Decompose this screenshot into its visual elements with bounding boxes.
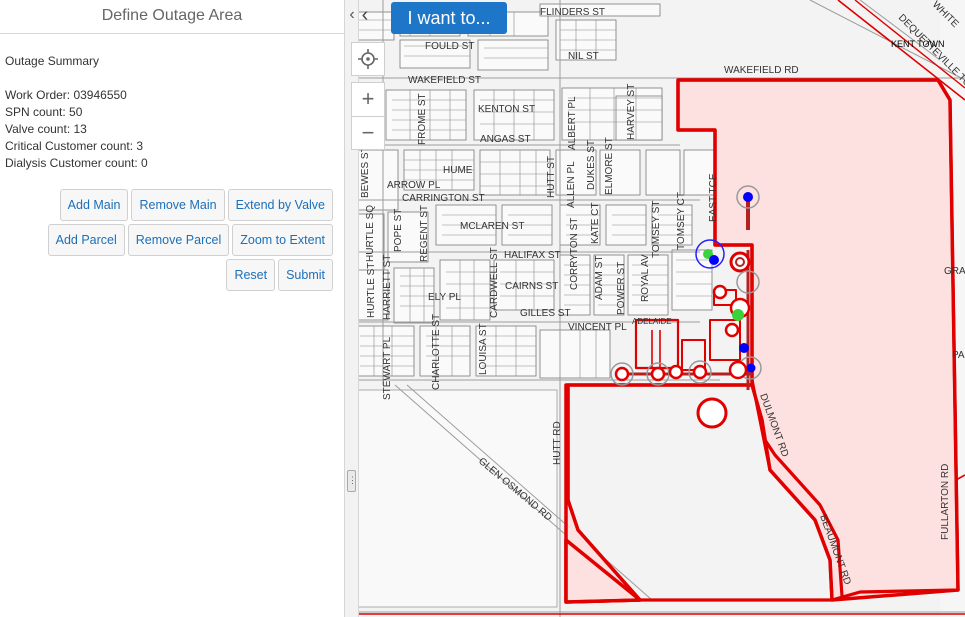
label-power: POWER ST xyxy=(616,262,627,315)
outage-panel: Define Outage Area Outage Summary Work O… xyxy=(0,0,345,617)
button-row-3: Reset Submit xyxy=(0,259,333,291)
outage-summary: Outage Summary Work Order: 03946550 SPN … xyxy=(0,34,344,172)
label-kate: KATE CT xyxy=(590,203,601,244)
label-kenton: KENTON ST xyxy=(478,104,535,115)
work-order-text: Work Order: 03946550 xyxy=(5,88,127,102)
reset-button[interactable]: Reset xyxy=(226,259,276,291)
label-gra: GRA xyxy=(944,266,965,277)
zoom-to-extent-button[interactable]: Zoom to Extent xyxy=(232,224,333,256)
label-tomsey-ct: TOMSEY CT xyxy=(676,192,687,250)
remove-main-button[interactable]: Remove Main xyxy=(131,189,225,221)
label-hutt: HUTT ST xyxy=(546,156,557,198)
summary-heading: Outage Summary xyxy=(5,54,100,68)
critical-count-text: Critical Customer count: 3 xyxy=(5,139,144,153)
label-hurtle-st: HURTLE ST xyxy=(366,263,377,318)
label-allen: ALLEN PL xyxy=(566,161,577,208)
label-pa: PA xyxy=(952,350,965,361)
label-louisa: LOUISA ST xyxy=(478,323,489,375)
label-harriett: HARRIETT ST xyxy=(382,255,393,320)
remove-parcel-button[interactable]: Remove Parcel xyxy=(127,224,230,256)
plus-icon[interactable]: + xyxy=(351,82,385,116)
chevron-left-icon[interactable]: ‹ xyxy=(350,2,380,30)
i-want-to-button[interactable]: I want to... xyxy=(391,2,507,34)
grip-icon[interactable]: ⋮ xyxy=(347,470,357,492)
label-hurtle-sq: HURTLE SQ xyxy=(365,205,376,262)
label-fullarton: FULLARTON RD xyxy=(940,464,951,540)
add-main-button[interactable]: Add Main xyxy=(59,189,129,221)
submit-button[interactable]: Submit xyxy=(278,259,333,291)
label-royal: ROYAL AV xyxy=(640,254,651,302)
label-adelaide: ADELAIDE xyxy=(632,317,672,326)
extend-by-valve-button[interactable]: Extend by Valve xyxy=(227,189,333,221)
minus-icon[interactable]: − xyxy=(351,116,385,150)
button-row-1: Add Main Remove Main Extend by Valve xyxy=(0,189,333,221)
label-elmore: ELMORE ST xyxy=(604,137,615,195)
label-hutt-rd: HUTT RD xyxy=(552,421,563,465)
label-corryton: CORRYTON ST xyxy=(569,218,580,290)
label-dukes: DUKES ST xyxy=(586,140,597,190)
label-frome: FROME ST xyxy=(417,93,428,145)
label-charlotte: CHARLOTTE ST xyxy=(431,314,442,390)
label-stewart: STEWART PL xyxy=(382,336,393,400)
dialysis-count-text: Dialysis Customer count: 0 xyxy=(5,156,148,170)
label-carrington: CARRINGTON ST xyxy=(402,193,485,204)
action-buttons: Add Main Remove Main Extend by Valve Add… xyxy=(0,189,333,294)
label-wakefield-st: WAKEFIELD ST xyxy=(408,75,481,86)
label-adam: ADAM ST xyxy=(594,256,605,300)
map-canvas[interactable]: FLINDERS ST FOULD ST NIL ST WAKEFIELD ST… xyxy=(345,0,965,617)
label-wakefield-rd: WAKEFIELD RD xyxy=(724,65,799,76)
panel-title: Define Outage Area xyxy=(0,0,344,34)
label-gilles: GILLES ST xyxy=(520,308,571,319)
label-albert: ALBERT PL xyxy=(567,96,578,150)
label-tomsey: TOMSEY ST xyxy=(651,201,662,258)
label-vincent: VINCENT PL xyxy=(568,322,627,333)
label-fould: FOULD ST xyxy=(425,41,474,52)
label-flinders: FLINDERS ST xyxy=(540,7,605,18)
label-arrow: ARROW PL xyxy=(387,180,441,191)
label-cairns: CAIRNS ST xyxy=(505,281,558,292)
label-regent: REGENT ST xyxy=(419,205,430,262)
add-parcel-button[interactable]: Add Parcel xyxy=(47,224,125,256)
label-angas: ANGAS ST xyxy=(480,134,531,145)
label-hume: HUME xyxy=(443,165,473,176)
crosshair-icon[interactable] xyxy=(351,42,385,76)
label-cardwell: CARDWELL ST xyxy=(489,247,500,318)
label-east-tce: EAST TCE xyxy=(708,173,719,222)
valve-count-text: Valve count: 13 xyxy=(5,122,87,136)
label-mclaren: MCLAREN ST xyxy=(460,221,524,232)
label-bewes: BEWES ST xyxy=(360,146,371,198)
label-nil: NIL ST xyxy=(568,51,599,62)
button-row-2: Add Parcel Remove Parcel Zoom to Extent xyxy=(0,224,333,256)
crosshair-svg xyxy=(358,49,378,69)
spn-count-text: SPN count: 50 xyxy=(5,105,83,119)
label-harvey: HARVEY ST xyxy=(626,84,637,140)
label-kent-town: KENT TOWN xyxy=(891,39,945,49)
label-ely: ELY PL xyxy=(428,292,461,303)
map-view[interactable]: FLINDERS ST FOULD ST NIL ST WAKEFIELD ST… xyxy=(345,0,965,617)
label-halifax: HALIFAX ST xyxy=(504,250,561,261)
label-pope: POPE ST xyxy=(393,209,404,252)
